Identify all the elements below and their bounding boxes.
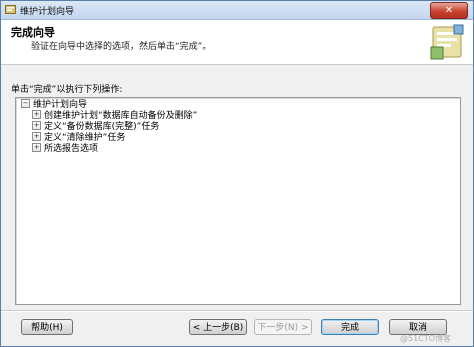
instruction-text: 单击“完成”以执行下列操作:: [11, 85, 123, 95]
expand-icon[interactable]: +: [32, 143, 41, 152]
tree-item[interactable]: + 定义“清除维护”任务: [32, 132, 126, 144]
back-button[interactable]: < 上一步(B): [189, 319, 247, 335]
finish-button[interactable]: 完成: [321, 319, 379, 335]
tree-item[interactable]: + 创建维护计划“数据库自动备份及删除”: [32, 110, 198, 122]
watermark: @51CTO博客: [400, 334, 451, 343]
tree-root-label: 维护计划向导: [33, 100, 88, 110]
tree-item-label: 定义“备份数据库(完整)”任务: [44, 122, 160, 132]
expand-icon[interactable]: +: [32, 132, 41, 141]
close-button[interactable]: ✕: [430, 2, 468, 19]
wizard-header: 完成向导 验证在向导中选择的选项，然后单击“完成”。: [1, 20, 473, 65]
title-bar[interactable]: 维护计划向导 ✕: [1, 1, 473, 20]
summary-tree[interactable]: − 维护计划向导 + 创建维护计划“数据库自动备份及删除” + 定义“备份数据库(完整…: [15, 97, 461, 305]
tree-item-label: 所选报告选项: [44, 144, 99, 154]
expand-icon[interactable]: +: [32, 121, 41, 130]
next-button[interactable]: 下一步(N) >: [254, 319, 312, 335]
tree-item-label: 创建维护计划“数据库自动备份及删除”: [44, 111, 198, 121]
page-subtitle: 验证在向导中选择的选项，然后单击“完成”。: [31, 42, 212, 52]
window-title: 维护计划向导: [20, 7, 75, 17]
expand-icon[interactable]: +: [32, 110, 41, 119]
footer-separator: [1, 310, 473, 312]
wizard-window: 维护计划向导 ✕ 完成向导 验证在向导中选择的选项，然后单击“完成”。 单击“完…: [0, 0, 474, 347]
tree-item[interactable]: + 所选报告选项: [32, 143, 99, 155]
collapse-icon[interactable]: −: [21, 99, 30, 108]
wizard-app-icon: [5, 5, 16, 14]
help-button[interactable]: 帮助(H): [21, 319, 73, 335]
page-title: 完成向导: [11, 26, 55, 39]
tree-item[interactable]: + 定义“备份数据库(完整)”任务: [32, 121, 160, 133]
tree-item-label: 定义“清除维护”任务: [44, 133, 126, 143]
wizard-graphic-icon: [430, 24, 464, 60]
tree-root[interactable]: − 维护计划向导: [21, 99, 88, 111]
close-icon: ✕: [444, 5, 454, 16]
